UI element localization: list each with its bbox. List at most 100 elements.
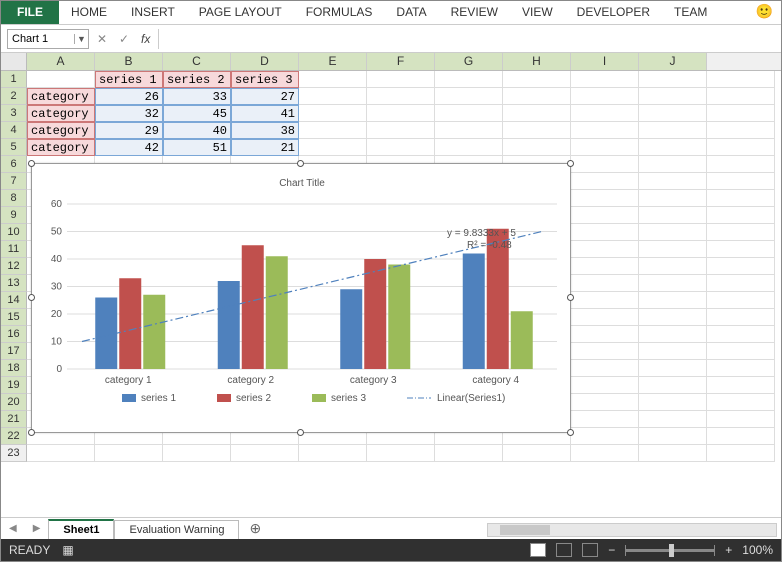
cell[interactable] [299,88,367,105]
cell[interactable]: 41 [231,105,299,122]
cell[interactable] [571,207,639,224]
cell[interactable] [571,428,639,445]
cell[interactable] [571,377,639,394]
row-header[interactable]: 12 [1,258,27,275]
cell[interactable] [639,428,707,445]
cell[interactable]: category 3 [27,122,95,139]
row-header[interactable]: 6 [1,156,27,173]
row-header[interactable]: 22 [1,428,27,445]
cell[interactable] [503,105,571,122]
view-pagelayout-icon[interactable] [556,543,572,557]
sheet-nav-prev-icon[interactable]: ◀ [1,523,25,534]
cell[interactable] [571,411,639,428]
add-sheet-button[interactable]: ⊕ [239,520,271,537]
cell[interactable] [639,326,707,343]
cell[interactable]: 45 [163,105,231,122]
cell[interactable] [639,275,707,292]
cell[interactable]: 27 [231,88,299,105]
cell[interactable] [571,292,639,309]
zoom-percent[interactable]: 100% [742,543,773,557]
zoom-slider[interactable] [625,549,715,552]
tab-review[interactable]: REVIEW [439,1,510,24]
cell[interactable]: 51 [163,139,231,156]
cell[interactable] [299,139,367,156]
row-header[interactable]: 21 [1,411,27,428]
row-header[interactable]: 13 [1,275,27,292]
cell[interactable] [503,445,571,462]
cell[interactable] [571,309,639,326]
cell[interactable] [503,139,571,156]
cell[interactable] [639,190,707,207]
cell[interactable] [95,445,163,462]
cell[interactable]: 33 [163,88,231,105]
cell[interactable]: 40 [163,122,231,139]
sheet-tab-warning[interactable]: Evaluation Warning [114,520,239,539]
view-normal-icon[interactable] [530,543,546,557]
row-header[interactable]: 3 [1,105,27,122]
cell[interactable] [639,360,707,377]
cell[interactable] [707,224,775,241]
cell[interactable] [503,122,571,139]
cell[interactable] [163,445,231,462]
cell[interactable] [299,105,367,122]
cell[interactable] [639,394,707,411]
cell[interactable] [639,309,707,326]
row-header[interactable]: 2 [1,88,27,105]
cell[interactable] [639,411,707,428]
cell[interactable] [707,173,775,190]
zoom-out-button[interactable]: − [608,543,615,557]
row-header[interactable]: 9 [1,207,27,224]
cell[interactable] [707,445,775,462]
cell[interactable] [571,394,639,411]
col-header[interactable]: E [299,53,367,70]
cell[interactable] [639,258,707,275]
row-header[interactable]: 1 [1,71,27,88]
cell[interactable]: 38 [231,122,299,139]
cell[interactable] [299,445,367,462]
cell[interactable] [639,207,707,224]
cell[interactable]: 26 [95,88,163,105]
horizontal-scrollbar[interactable] [487,523,777,537]
cell[interactable] [435,122,503,139]
row-header[interactable]: 5 [1,139,27,156]
row-header[interactable]: 4 [1,122,27,139]
cell[interactable]: 32 [95,105,163,122]
tab-view[interactable]: VIEW [510,1,565,24]
col-header[interactable]: D [231,53,299,70]
cell[interactable] [435,105,503,122]
row-header[interactable]: 16 [1,326,27,343]
tab-insert[interactable]: INSERT [119,1,187,24]
cell[interactable] [503,71,571,88]
cell[interactable] [707,292,775,309]
cell[interactable] [639,173,707,190]
cell[interactable]: 21 [231,139,299,156]
cell[interactable] [571,275,639,292]
cell[interactable] [639,445,707,462]
cell[interactable] [707,411,775,428]
cell[interactable] [707,394,775,411]
row-header[interactable]: 20 [1,394,27,411]
cell[interactable] [571,139,639,156]
tab-formulas[interactable]: FORMULAS [294,1,385,24]
cell[interactable] [367,88,435,105]
cancel-icon[interactable]: ✕ [93,32,111,46]
cell[interactable] [707,88,775,105]
cell[interactable] [571,241,639,258]
fx-icon[interactable]: fx [137,32,154,46]
smiley-icon[interactable]: 🙂 [748,1,781,24]
cell[interactable] [707,241,775,258]
cell[interactable] [707,377,775,394]
cell[interactable]: series 2 [163,71,231,88]
row-header[interactable]: 17 [1,343,27,360]
cell[interactable] [639,71,707,88]
cell[interactable] [367,139,435,156]
cell[interactable] [571,173,639,190]
cell[interactable] [435,88,503,105]
row-header[interactable]: 18 [1,360,27,377]
cell[interactable] [571,88,639,105]
cell[interactable] [707,105,775,122]
sheet-tab-active[interactable]: Sheet1 [48,519,114,539]
cell[interactable] [435,71,503,88]
cell[interactable] [367,445,435,462]
cell[interactable] [707,309,775,326]
